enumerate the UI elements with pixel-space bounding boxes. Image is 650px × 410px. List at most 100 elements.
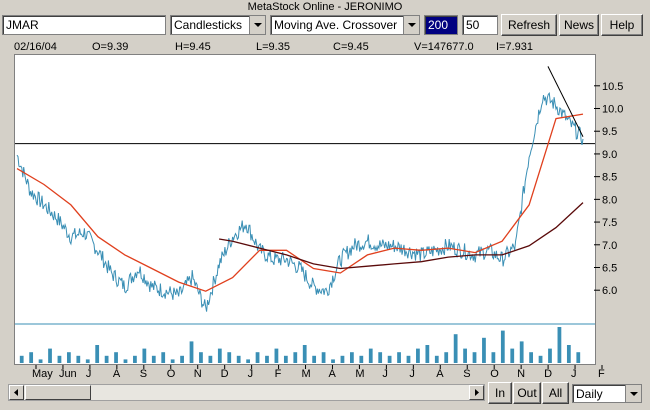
x-tick-label: A — [436, 368, 444, 380]
y-tick-label: 6.0 — [602, 285, 617, 297]
quote-close: C=9.45 — [333, 41, 369, 53]
x-tick-label: J — [571, 368, 577, 380]
volume-bar — [463, 348, 467, 363]
volume-bar — [302, 345, 307, 363]
y-tick-label: 9.5 — [602, 126, 617, 138]
window-title: MetaStock Online - JERONIMO — [247, 1, 403, 13]
volume-bar — [387, 355, 392, 363]
quote-low: L=9.35 — [256, 41, 290, 53]
quote-row: 02/16/04 O=9.39 H=9.45 L=9.35 C=9.45 V=1… — [0, 40, 650, 54]
volume-bar — [566, 345, 571, 363]
y-tick-label: 8.0 — [602, 194, 617, 206]
chart-style-select[interactable]: Candlesticks — [170, 15, 266, 35]
chevron-down-icon[interactable] — [403, 16, 419, 34]
volume-bar — [510, 348, 515, 363]
y-tick-label: 6.5 — [602, 262, 617, 274]
volume-bar — [576, 352, 581, 363]
toolbar: JMAR Candlesticks Moving Ave. Crossover … — [0, 14, 650, 39]
volume-bar — [416, 348, 420, 363]
x-tick-label: J — [382, 368, 388, 380]
zoom-in-button[interactable]: In — [488, 382, 512, 404]
x-tick-label: N — [517, 368, 525, 380]
volume-bar — [500, 330, 505, 363]
period-a-input[interactable]: 200 — [424, 15, 458, 35]
y-tick-label: 10.0 — [602, 104, 623, 116]
price-series-line — [16, 91, 584, 312]
volume-bar — [180, 355, 184, 363]
volume-bar — [406, 355, 411, 363]
interval-select[interactable]: Daily — [572, 384, 642, 403]
volume-bar — [368, 348, 373, 363]
volume-bar — [19, 355, 24, 363]
volume-bar — [519, 341, 524, 363]
y-tick-label: 8.5 — [602, 172, 617, 184]
chevron-down-icon[interactable] — [249, 16, 265, 34]
volume-bar — [453, 334, 458, 363]
volume-bar — [312, 355, 317, 363]
volume-bar — [529, 352, 534, 363]
volume-bar — [378, 352, 383, 363]
volume-bar — [114, 352, 118, 363]
volume-bar — [170, 359, 175, 363]
x-tick-label: S — [463, 368, 470, 380]
volume-bar — [76, 355, 81, 363]
quote-open: O=9.39 — [92, 41, 129, 53]
interval-value: Daily — [576, 387, 603, 401]
x-tick-label: M — [302, 368, 311, 380]
volume-bar — [274, 348, 279, 363]
volume-bar — [48, 348, 52, 363]
x-tick-label: F — [275, 368, 282, 380]
ma_slow-series-line — [218, 202, 584, 270]
volume-bar — [227, 352, 232, 363]
symbol-input[interactable]: JMAR — [2, 15, 166, 35]
volume-bar — [491, 352, 496, 363]
volume-bar — [538, 355, 543, 363]
scroll-thumb[interactable] — [25, 385, 91, 400]
show-all-button[interactable]: All — [542, 382, 569, 404]
indicator-select[interactable]: Moving Ave. Crossover — [270, 15, 420, 35]
quote-high: H=9.45 — [175, 41, 211, 53]
volume-bar — [104, 355, 109, 363]
x-tick-label: J — [409, 368, 415, 380]
volume-bar — [557, 327, 562, 363]
period-a-value: 200 — [428, 18, 449, 32]
volume-bar — [189, 341, 194, 363]
volume-bar — [236, 355, 241, 363]
y-tick-label: 9.0 — [602, 149, 617, 161]
refresh-button[interactable]: Refresh — [501, 14, 557, 36]
x-tick-label: O — [490, 368, 499, 380]
volume-bar — [199, 352, 203, 363]
indicator-value: Moving Ave. Crossover — [274, 18, 398, 32]
x-tick-label: D — [221, 368, 229, 380]
zoom-out-button[interactable]: Out — [513, 382, 541, 404]
volume-bar — [208, 355, 213, 363]
chart-area[interactable] — [14, 54, 596, 365]
volume-bar — [331, 359, 335, 363]
volume-bar — [293, 352, 298, 363]
scroll-right-button[interactable] — [469, 385, 484, 400]
chevron-down-icon[interactable] — [625, 385, 641, 402]
volume-bar — [283, 355, 288, 363]
quote-date: 02/16/04 — [14, 41, 57, 53]
x-tick-label: D — [544, 368, 552, 380]
x-tick-label: S — [140, 368, 147, 380]
period-b-input[interactable]: 50 — [462, 15, 498, 35]
volume-bar — [66, 352, 71, 363]
x-tick-label: A — [328, 368, 336, 380]
horizontal-scrollbar[interactable] — [8, 384, 485, 401]
price-chart[interactable] — [15, 55, 595, 364]
y-tick-label: 7.5 — [602, 217, 617, 229]
volume-bar — [482, 337, 486, 363]
volume-bar — [359, 355, 364, 363]
volume-bar — [472, 352, 477, 363]
volume-bar — [123, 359, 128, 363]
news-button[interactable]: News — [559, 14, 599, 36]
volume-bar — [425, 345, 430, 363]
quote-volume: V=147677.0 — [414, 41, 474, 53]
help-button[interactable]: Help — [601, 14, 643, 36]
volume-bar — [217, 348, 222, 363]
arrow-left-icon — [14, 389, 18, 396]
quote-interest: I=7.931 — [496, 41, 534, 53]
scroll-left-button[interactable] — [9, 385, 24, 400]
volume-bar — [255, 352, 260, 363]
